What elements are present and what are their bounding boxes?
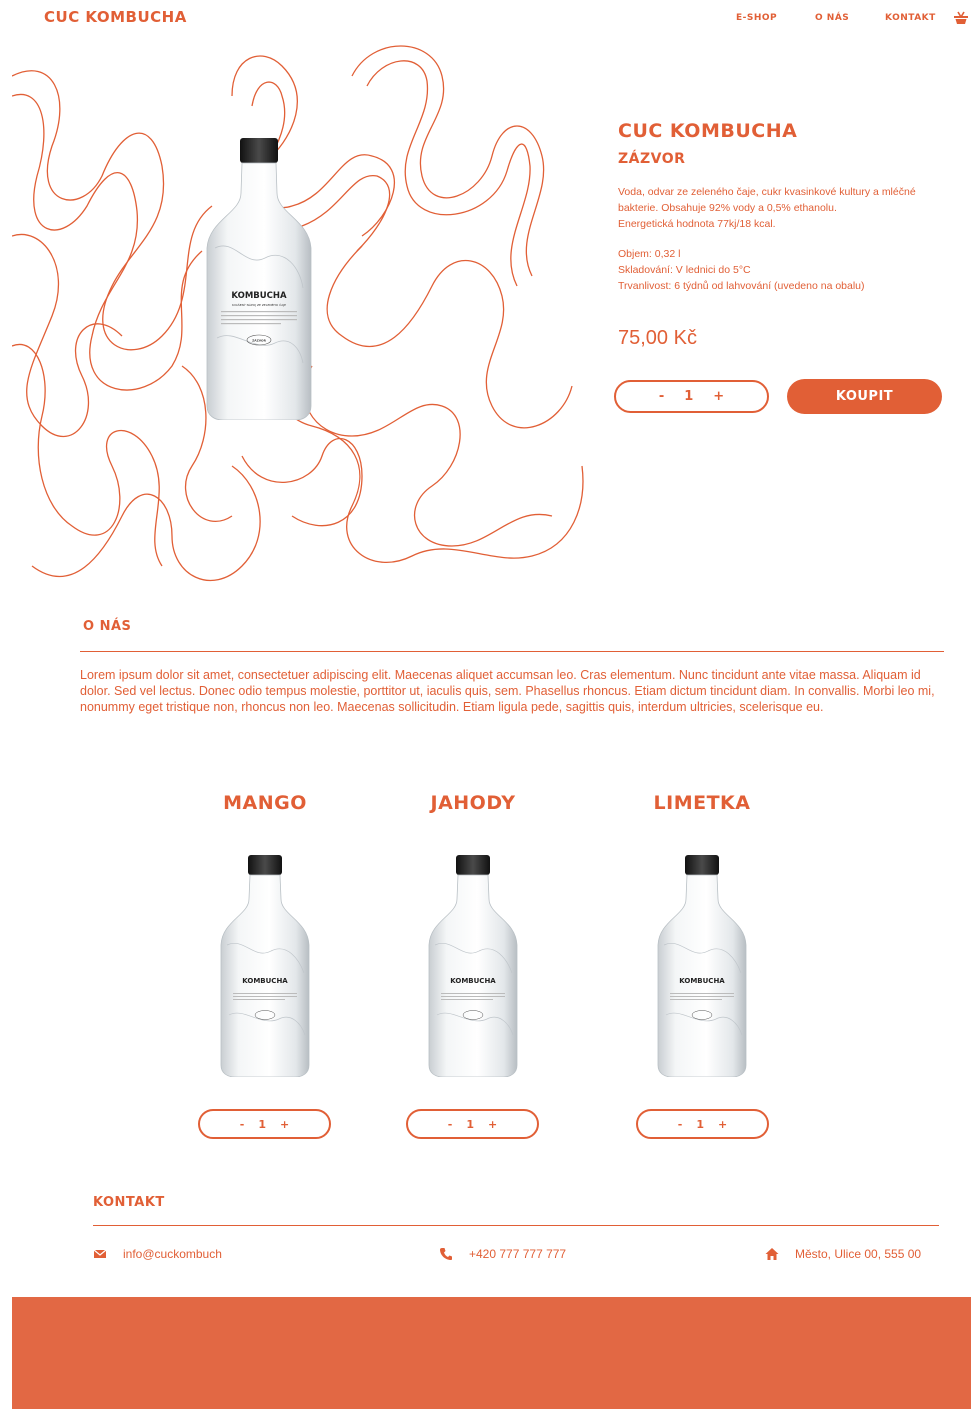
svg-text:KOMBUCHA: KOMBUCHA: [450, 977, 496, 985]
contact-title: KONTAKT: [93, 1195, 165, 1210]
product-flavor: ZÁZVOR: [618, 151, 686, 167]
email-text[interactable]: info@cuckombuch: [123, 1247, 222, 1261]
qty-plus-button[interactable]: +: [718, 1118, 727, 1131]
quantity-stepper[interactable]: - 1 +: [614, 380, 769, 413]
svg-text:KOMBUCHA: KOMBUCHA: [679, 977, 725, 985]
quantity-stepper[interactable]: - 1 +: [406, 1109, 539, 1139]
nav-kontakt[interactable]: KONTAKT: [885, 13, 936, 23]
bottle-label: KOMBUCHA: [231, 291, 287, 301]
nav-eshop[interactable]: E-SHOP: [736, 13, 777, 23]
qty-value: 1: [258, 1117, 266, 1131]
info-storage: Skladování: V lednici do 5°C: [618, 264, 751, 276]
qty-plus-button[interactable]: +: [280, 1118, 289, 1131]
nav-o-nas[interactable]: O NÁS: [815, 13, 849, 23]
qty-value: 1: [696, 1117, 704, 1131]
envelope-icon: [93, 1249, 107, 1258]
quantity-stepper[interactable]: - 1 +: [198, 1109, 331, 1139]
description-line: bakterie. Obsahuje 92% vody a 0,5% ethan…: [618, 202, 837, 214]
product-bottle-image: KOMBUCHA KVAŠENÝ NÁPOJ ZE ZELENÉHO ČAJE …: [206, 138, 312, 420]
phone-text[interactable]: +420 777 777 777: [469, 1247, 566, 1261]
card-bottle-image: KOMBUCHA: [428, 855, 518, 1077]
card-title-jahody[interactable]: JAHODY: [373, 792, 573, 814]
qty-value: 1: [466, 1117, 474, 1131]
info-shelf-life: Trvanlivost: 6 týdnů od lahvování (uvede…: [618, 280, 865, 292]
qty-minus-button[interactable]: -: [240, 1118, 245, 1131]
product-price: 75,00 Kč: [618, 327, 697, 349]
address-text: Město, Ulice 00, 555 00: [795, 1247, 922, 1261]
qty-minus-button[interactable]: -: [678, 1118, 683, 1131]
home-icon: [765, 1248, 779, 1260]
divider: [80, 651, 944, 652]
cart-icon[interactable]: [953, 10, 969, 26]
qty-plus-button[interactable]: +: [488, 1118, 497, 1131]
about-text: Lorem ipsum dolor sit amet, consectetuer…: [80, 668, 935, 714]
buy-button[interactable]: KOUPIT: [787, 379, 942, 414]
contact-phone[interactable]: +420 777 777 777: [439, 1247, 566, 1261]
qty-minus-button[interactable]: -: [659, 389, 664, 404]
card-title-mango[interactable]: MANGO: [165, 792, 365, 814]
qty-minus-button[interactable]: -: [448, 1118, 453, 1131]
contact-email[interactable]: info@cuckombuch: [93, 1247, 222, 1261]
divider: [93, 1225, 939, 1226]
about-title: O NÁS: [83, 619, 132, 634]
card-title-limetka[interactable]: LIMETKA: [602, 792, 802, 814]
qty-value: 1: [684, 389, 694, 404]
phone-icon: [440, 1248, 452, 1260]
site-logo[interactable]: CUC KOMBUCHA: [44, 8, 187, 26]
qty-plus-button[interactable]: +: [713, 389, 724, 404]
product-info: Objem: 0,32 l Skladování: V lednici do 5…: [618, 246, 948, 294]
description-line: Energetická hodnota 77kj/18 kcal.: [618, 218, 776, 230]
quantity-stepper[interactable]: - 1 +: [636, 1109, 769, 1139]
card-bottle-image: KOMBUCHA: [657, 855, 747, 1077]
card-bottle-image: KOMBUCHA: [220, 855, 310, 1077]
footer-bar: [12, 1297, 971, 1409]
product-description: Voda, odvar ze zeleného čaje, cukr kvasi…: [618, 184, 948, 232]
product-title: CUC KOMBUCHA: [618, 120, 798, 142]
svg-text:KOMBUCHA: KOMBUCHA: [242, 977, 288, 985]
bottle-flavor: ZÁZVOR: [252, 338, 266, 343]
description-line: Voda, odvar ze zeleného čaje, cukr kvasi…: [618, 186, 916, 198]
contact-address: Město, Ulice 00, 555 00: [765, 1247, 921, 1261]
bottle-sublabel: KVAŠENÝ NÁPOJ ZE ZELENÉHO ČAJE: [232, 302, 286, 307]
info-volume: Objem: 0,32 l: [618, 248, 681, 260]
